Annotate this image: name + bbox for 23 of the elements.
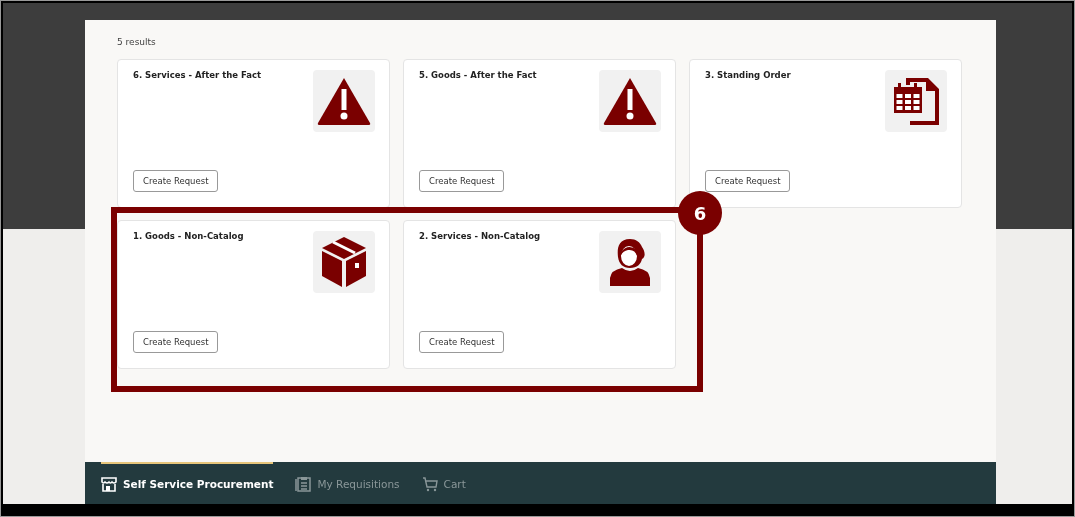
nav-tab[interactable]: Self Service Procurement xyxy=(101,462,274,504)
clipboard-icon xyxy=(295,476,312,492)
nav-tab[interactable]: My Requisitions xyxy=(295,462,400,504)
card-title: 1. Goods - Non-Catalog xyxy=(133,231,244,241)
create-request-button[interactable]: Create Request xyxy=(419,331,505,353)
card-title: 2. Services - Non-Catalog xyxy=(419,231,541,241)
card-title: 6. Services - After the Fact xyxy=(133,70,262,80)
warning-icon xyxy=(602,76,658,126)
calendar-document-icon xyxy=(892,75,940,127)
person-icon xyxy=(608,237,652,287)
nav-tab[interactable]: Cart xyxy=(421,462,466,504)
cart-icon xyxy=(421,476,438,492)
box-icon xyxy=(321,236,367,288)
create-request-button[interactable]: Create Request xyxy=(133,170,219,192)
card-title: 3. Standing Order xyxy=(705,70,791,80)
warning-icon xyxy=(316,76,372,126)
card-title: 5. Goods - After the Fact xyxy=(419,70,537,80)
store-icon xyxy=(101,476,117,492)
create-request-button[interactable]: Create Request xyxy=(705,170,791,192)
create-request-button[interactable]: Create Request xyxy=(419,170,505,192)
create-request-button[interactable]: Create Request xyxy=(133,331,219,353)
results-count: 5 results xyxy=(117,37,156,47)
step-badge: 6 xyxy=(678,191,722,235)
